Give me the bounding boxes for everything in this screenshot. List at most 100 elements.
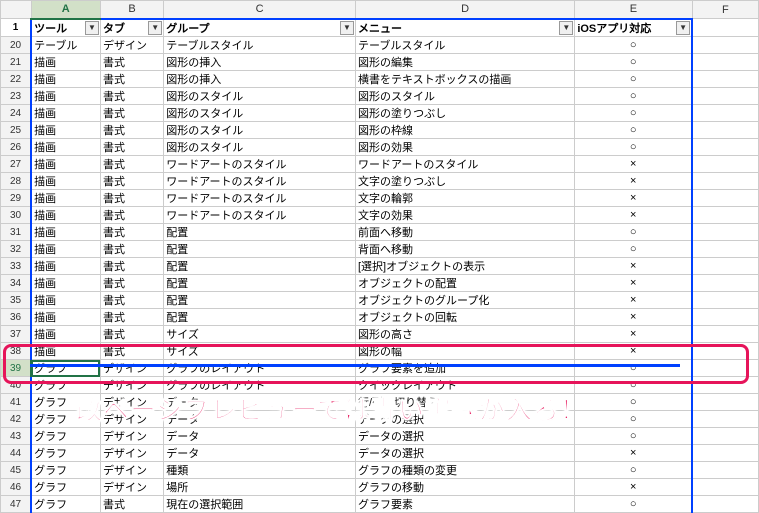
cell[interactable]: オブジェクトの回転 [355,309,574,326]
cell[interactable]: テーブルスタイル [355,37,574,54]
cell[interactable]: 書式 [100,173,163,190]
cell[interactable]: 前面へ移動 [355,224,574,241]
col-header-e[interactable]: E [575,1,692,19]
cell[interactable]: 図形の高さ [355,326,574,343]
cell[interactable]: 現在の選択範囲 [164,496,356,513]
cell[interactable]: 図形の枠線 [355,122,574,139]
cell[interactable]: オブジェクトの配置 [355,275,574,292]
cell[interactable]: デザイン [100,479,163,496]
cell[interactable]: ○ [575,394,692,411]
cell[interactable] [692,394,758,411]
cell[interactable]: 描画 [31,88,100,105]
select-all-corner[interactable] [1,1,32,19]
row-header[interactable]: 47 [1,496,32,513]
cell[interactable]: 文字の輪郭 [355,190,574,207]
cell[interactable]: 描画 [31,173,100,190]
cell[interactable]: 書式 [100,309,163,326]
cell[interactable]: 図形の効果 [355,139,574,156]
cell[interactable]: グラフ要素を追加 [355,360,574,377]
cell[interactable]: ○ [575,462,692,479]
cell[interactable]: [選択]オブジェクトの表示 [355,258,574,275]
cell[interactable]: ワードアートのスタイル [355,156,574,173]
cell[interactable]: 描画 [31,292,100,309]
filter-cell[interactable]: メニュー▼ [355,19,574,37]
cell[interactable]: 描画 [31,156,100,173]
row-header[interactable]: 46 [1,479,32,496]
cell[interactable]: 図形のスタイル [355,88,574,105]
cell[interactable]: 書式 [100,292,163,309]
row-header[interactable]: 21 [1,54,32,71]
cell[interactable]: ワードアートのスタイル [164,156,356,173]
row-header[interactable]: 43 [1,428,32,445]
cell[interactable]: 描画 [31,190,100,207]
cell[interactable]: 図形の挿入 [164,71,356,88]
col-header-c[interactable]: C [164,1,356,19]
cell[interactable]: 書式 [100,54,163,71]
filter-dropdown-icon[interactable]: ▼ [340,21,354,35]
cell[interactable]: × [575,445,692,462]
cell[interactable]: 描画 [31,207,100,224]
row-header[interactable]: 31 [1,224,32,241]
row-header[interactable]: 40 [1,377,32,394]
cell[interactable]: 描画 [31,343,100,360]
cell[interactable] [692,360,758,377]
cell[interactable]: 書式 [100,207,163,224]
cell[interactable]: 文字の効果 [355,207,574,224]
cell[interactable] [692,445,758,462]
cell[interactable]: サイズ [164,326,356,343]
filter-cell[interactable]: iOSアプリ対応▼ [575,19,692,37]
cell[interactable]: 書式 [100,275,163,292]
cell[interactable] [692,105,758,122]
cell[interactable]: 場所 [164,479,356,496]
row-header[interactable]: 45 [1,462,32,479]
cell[interactable] [692,343,758,360]
cell[interactable]: データの選択 [355,445,574,462]
cell[interactable] [692,326,758,343]
cell[interactable]: ○ [575,241,692,258]
row-header[interactable]: 24 [1,105,32,122]
cell[interactable]: 描画 [31,54,100,71]
row-header[interactable]: 28 [1,173,32,190]
cell[interactable]: 図形の挿入 [164,54,356,71]
cell[interactable]: × [575,343,692,360]
cell[interactable] [692,71,758,88]
row-header[interactable]: 22 [1,71,32,88]
cell[interactable]: ○ [575,377,692,394]
cell[interactable]: × [575,309,692,326]
cell[interactable] [692,258,758,275]
row-header[interactable]: 35 [1,292,32,309]
cell[interactable]: × [575,190,692,207]
cell[interactable]: オブジェクトのグループ化 [355,292,574,309]
cell[interactable]: × [575,258,692,275]
cell[interactable]: 横書をテキストボックスの描画 [355,71,574,88]
cell[interactable]: 図形のスタイル [164,122,356,139]
cell[interactable]: ○ [575,88,692,105]
col-header-d[interactable]: D [355,1,574,19]
cell[interactable]: 描画 [31,122,100,139]
row-header[interactable]: 23 [1,88,32,105]
row-header[interactable]: 44 [1,445,32,462]
filter-cell[interactable]: タブ▼ [100,19,163,37]
cell[interactable]: 書式 [100,105,163,122]
cell[interactable]: 書式 [100,326,163,343]
cell[interactable]: 図形の幅 [355,343,574,360]
cell[interactable]: 描画 [31,224,100,241]
cell[interactable]: ○ [575,428,692,445]
cell[interactable]: ○ [575,105,692,122]
col-header-b[interactable]: B [100,1,163,19]
cell[interactable]: ○ [575,37,692,54]
cell[interactable]: 描画 [31,139,100,156]
cell[interactable]: 図形のスタイル [164,88,356,105]
row-header[interactable]: 20 [1,37,32,54]
cell[interactable]: 書式 [100,122,163,139]
row-header[interactable]: 32 [1,241,32,258]
cell[interactable]: グラフ [31,462,100,479]
cell[interactable]: 配置 [164,275,356,292]
filter-cell[interactable] [692,19,758,37]
cell[interactable]: ○ [575,54,692,71]
cell[interactable]: ワードアートのスタイル [164,190,356,207]
cell[interactable]: グラフの種類の変更 [355,462,574,479]
cell[interactable]: × [575,479,692,496]
cell[interactable] [692,54,758,71]
cell[interactable]: グラフのレイアウト [164,360,356,377]
